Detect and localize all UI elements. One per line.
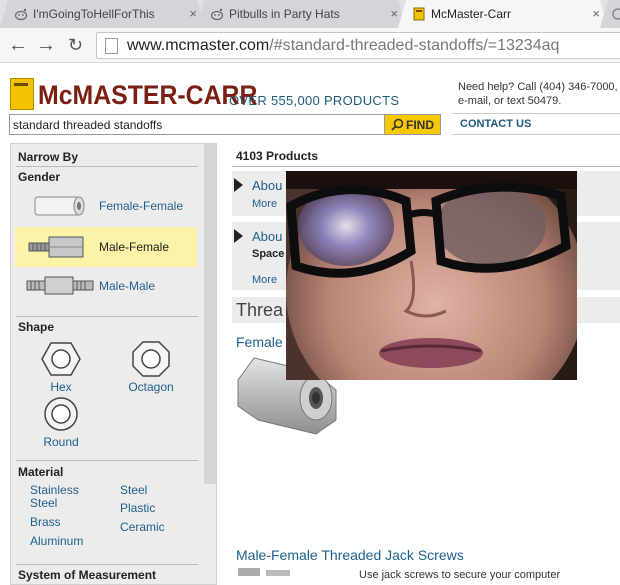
male-female-standoff-icon [28,236,84,258]
about-subtitle: Space [252,248,285,260]
shape-hex[interactable]: Hex [39,341,83,394]
logo-book-icon [10,78,34,110]
mcmaster-icon [413,7,425,21]
tab-title: Pitbulls in Party Hats [229,7,340,21]
help-line-1: Need help? Call (404) 346-7000, [458,81,618,93]
divider [16,166,198,167]
gender-female-female[interactable]: Female-Female [15,186,197,226]
male-male-standoff-icon [26,276,94,295]
tab-title: I'mGoingToHellForThis [33,7,155,21]
narrow-by-panel: Narrow By Gender Female-Female Male-Fema… [10,143,217,585]
browser-toolbar: ← → ↻ www.mcmaster.com/#standard-threade… [0,28,620,63]
panel-scrollbar[interactable] [204,144,216,484]
material-heading: Material [18,465,64,479]
find-button[interactable]: FIND [384,115,440,134]
back-arrow-icon[interactable]: ← [8,32,28,58]
narrow-by-title: Narrow By [18,150,79,164]
overlay-face-photo [286,171,577,380]
shape-label: Hex [50,380,72,394]
system-of-measurement-heading: System of Measurement [18,568,157,582]
url-text: www.mcmaster.com/#standard-threaded-stan… [127,37,559,55]
url-host: www.mcmaster.com [127,36,270,54]
contact-us-link[interactable]: CONTACT US [452,113,620,135]
female-female-standoff-icon [34,196,85,216]
search-input[interactable] [10,115,385,134]
shape-label: Round [43,435,79,449]
address-bar[interactable]: www.mcmaster.com/#standard-threaded-stan… [96,32,620,59]
search-box: FIND [9,114,441,135]
tab-close-icon[interactable]: × [189,6,197,21]
help-line-2: e-mail, or text 50479. [458,95,562,107]
google-icon [612,8,620,20]
material-plastic[interactable]: Plastic [120,502,155,515]
shape-heading: Shape [18,320,55,334]
divider [16,460,198,461]
forward-arrow-icon[interactable]: → [36,32,56,58]
gender-male-male[interactable]: Male-Male [15,266,197,306]
material-brass[interactable]: Brass [30,516,61,529]
gender-label: Female-Female [99,199,184,213]
divider [232,166,620,167]
material-stainless-steel[interactable]: Stainless Steel [30,484,79,510]
product-count: 4103 Products [236,149,319,163]
shape-round[interactable]: Round [41,396,81,449]
round-icon [44,397,78,431]
tab-close-icon[interactable]: × [592,6,600,21]
tab-title: McMaster-Carr [431,7,511,21]
gender-male-female[interactable]: Male-Female [15,227,197,267]
shape-octagon[interactable]: Octagon [121,341,181,394]
reddit-icon [210,8,224,21]
female-threaded-link[interactable]: Female [236,334,283,350]
url-path: /#standard-threaded-standoffs/=13234aq [269,36,560,54]
tab-close-icon[interactable]: × [390,6,398,21]
logo-text: McMASTER-CARR [38,80,258,110]
expand-triangle-icon[interactable] [234,178,243,192]
tab-pitbulls[interactable]: Pitbulls in Party Hats × [196,0,406,28]
section-title: Threa [236,300,284,320]
find-label: FIND [406,117,434,132]
expand-triangle-icon[interactable] [234,229,243,243]
gender-label: Male-Male [99,279,156,293]
page-icon [105,37,118,54]
help-text: Need help? Call (404) 346-7000, e-mail, … [458,80,620,108]
material-ceramic[interactable]: Ceramic [120,521,165,534]
tab-igoingtohell[interactable]: I'mGoingToHellForThis × [0,0,205,28]
shape-label: Octagon [128,380,174,394]
reload-icon[interactable]: ↻ [68,32,83,58]
jack-screws-description: Use jack screws to secure your computer [359,569,561,581]
gender-heading: Gender [18,170,61,184]
jack-screws-link[interactable]: Male-Female Threaded Jack Screws [236,547,464,563]
octagon-icon [132,341,170,377]
divider [16,316,198,317]
about-title[interactable]: Abou [252,178,282,193]
material-steel[interactable]: Steel [120,484,147,497]
divider [16,564,198,565]
material-label: Steel [30,496,58,510]
about-title[interactable]: Abou [252,229,282,244]
tab-strip: I'mGoingToHellForThis × Pitbulls in Part… [0,0,620,29]
gender-label: Male-Female [99,240,170,254]
more-link[interactable]: More [252,274,277,286]
tab-mcmaster[interactable]: McMaster-Carr × [398,0,608,28]
face-photo [286,171,577,380]
material-aluminum[interactable]: Aluminum [30,535,83,548]
reddit-icon [14,8,28,21]
search-icon [391,118,404,131]
tagline: OVER 555,000 PRODUCTS [229,93,400,108]
more-link[interactable]: More [252,198,277,210]
hex-icon [41,342,81,376]
